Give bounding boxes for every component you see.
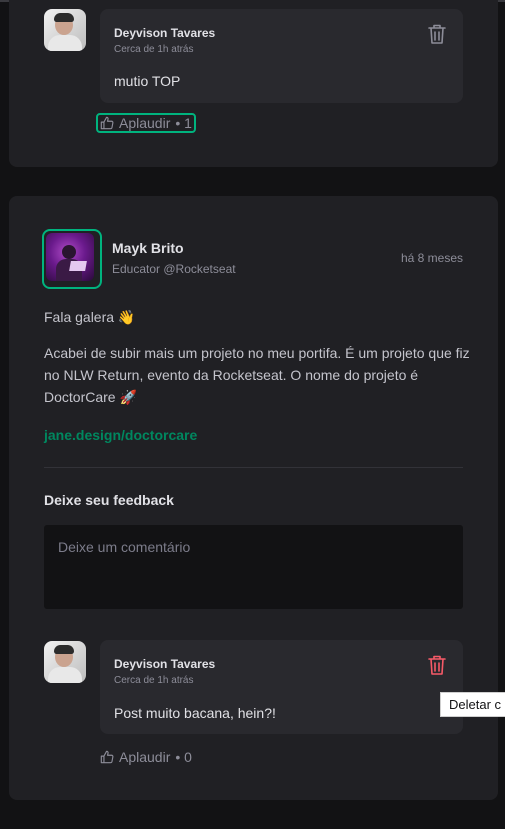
applaud-label: Aplaudir	[119, 115, 171, 131]
comment-time: Cerca de 1h atrás	[114, 44, 194, 55]
comment-avatar[interactable]	[44, 9, 86, 51]
author-role: Educator @Rocketseat	[112, 262, 236, 276]
comment-textarea[interactable]	[44, 525, 463, 609]
applaud-label: Aplaudir	[119, 749, 171, 765]
comment-box: Deyvison Tavares Cerca de 1h atrás Post …	[100, 640, 463, 734]
author-name: Mayk Brito	[112, 240, 184, 256]
post-greeting: Fala galera 👋	[44, 309, 136, 325]
comment-avatar[interactable]	[44, 641, 86, 683]
author-avatar[interactable]	[42, 229, 102, 289]
trash-icon[interactable]	[427, 23, 447, 45]
thumbs-up-icon	[100, 116, 114, 130]
comment-time: Cerca de 1h atrás	[114, 675, 194, 686]
post-card: Mayk Brito Educator @Rocketseat há 8 mes…	[9, 196, 498, 800]
divider	[44, 467, 463, 468]
comment-text: Post muito bacana, hein?!	[114, 705, 276, 721]
feedback-title: Deixe seu feedback	[44, 492, 174, 508]
applaud-count: • 0	[175, 749, 192, 765]
thumbs-up-icon	[100, 750, 114, 764]
comment-text: mutio TOP	[114, 73, 181, 89]
post-card-previous: Deyvison Tavares Cerca de 1h atrás mutio…	[9, 0, 498, 167]
applaud-button[interactable]: Aplaudir • 1	[96, 113, 196, 133]
delete-tooltip: Deletar c	[440, 692, 505, 717]
post-body: Acabei de subir mais um projeto no meu p…	[44, 345, 470, 405]
post-time: há 8 meses	[400, 251, 463, 265]
applaud-button[interactable]: Aplaudir • 0	[100, 749, 192, 765]
post-link[interactable]: jane.design/doctorcare	[44, 427, 197, 443]
trash-icon[interactable]	[427, 654, 447, 676]
comment-author: Deyvison Tavares	[114, 26, 216, 40]
applaud-count: • 1	[175, 115, 192, 131]
comment-author: Deyvison Tavares	[114, 657, 216, 671]
comment-box: Deyvison Tavares Cerca de 1h atrás mutio…	[100, 9, 463, 103]
